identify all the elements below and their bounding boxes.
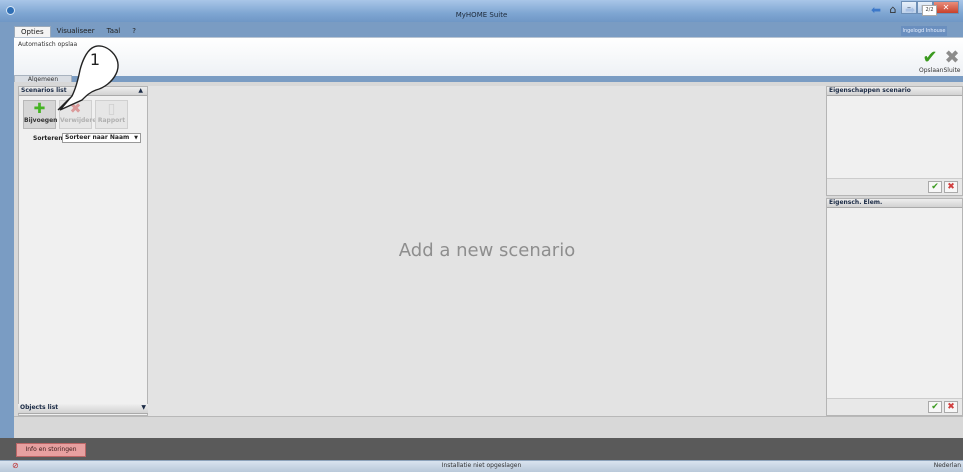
element-properties-title: Eigensch. Elem. (827, 199, 962, 208)
window-title: MyHOME Suite (455, 11, 508, 19)
bottom-bar (0, 438, 963, 460)
info-button[interactable]: Info en storingen (16, 443, 86, 457)
save-label: Opslaan (919, 67, 944, 74)
login-badge: Ingelogd Inhouse (901, 26, 947, 36)
menu-bar: Opties Visualiseer Taal ? (14, 26, 142, 37)
ribbon: Automatisch opslaa (14, 37, 963, 76)
close-button[interactable]: ✖ Sluite (941, 47, 963, 75)
scenario-properties-panel: Eigenschappen scenario ✔ ✖ (826, 86, 963, 196)
menu-visualiseer[interactable]: Visualiseer (51, 26, 101, 37)
close-label: Sluite (943, 67, 961, 74)
chevron-down-icon: ▼ (141, 404, 146, 411)
callout-number: 1 (89, 50, 101, 69)
sort-label: Sorteren (33, 135, 63, 142)
add-label: Bijvoegen (24, 117, 58, 124)
scenarios-panel: Scenarios list ▲ ✚ Bijvoegen ✖ Verwijder… (18, 86, 148, 416)
element-properties-panel: Eigensch. Elem. ✔ ✖ (826, 198, 963, 416)
cancel-icon[interactable]: ✖ (944, 181, 958, 193)
plus-icon: ✚ (33, 101, 46, 117)
back-arrow-icon[interactable]: ⬅ (868, 4, 884, 16)
status-language[interactable]: Nederlan (934, 461, 961, 470)
scenario-properties-title: Eigenschappen scenario (827, 87, 962, 96)
navigation-bar (14, 416, 963, 439)
objects-list-title: Objects list (20, 404, 59, 411)
chevron-up-icon: ▲ (138, 87, 143, 94)
add-button[interactable]: ✚ Bijvoegen (23, 100, 58, 129)
status-text: Installatie niet opgeslagen (441, 462, 522, 469)
element-properties-footer: ✔ ✖ (827, 398, 962, 415)
chevron-down-icon: ▼ (134, 135, 138, 141)
menu-taal[interactable]: Taal (101, 26, 127, 37)
objects-list-header[interactable]: Objects list ▼ (18, 404, 150, 414)
sort-value: Sorteer naar Naam (65, 134, 130, 141)
ribbon-actions: ✔ Opslaan ✖ Sluite (919, 47, 963, 75)
empty-state-message: Add a new scenario (398, 240, 576, 261)
cancel-icon[interactable]: ✖ (944, 401, 958, 413)
checkmark-icon: ✔ (922, 47, 938, 68)
apply-icon[interactable]: ✔ (928, 181, 942, 193)
scenario-properties-footer: ✔ ✖ (827, 178, 962, 195)
sort-select[interactable]: Sorteer naar Naam ▼ (62, 133, 141, 143)
scenario-canvas[interactable]: Add a new scenario (148, 86, 826, 416)
menu-help[interactable]: ? (126, 26, 142, 37)
remove-label: Verwijdere (60, 117, 97, 124)
report-label: Rapport (97, 117, 126, 124)
apply-icon[interactable]: ✔ (928, 401, 942, 413)
page-indicator: 2/2 (922, 5, 937, 16)
home-icon[interactable]: ⌂ (886, 4, 900, 16)
forward-arrow-icon[interactable]: ➡ (902, 4, 918, 16)
close-icon: ✖ (944, 47, 960, 68)
save-button[interactable]: ✔ Opslaan (919, 47, 944, 75)
menu-opties[interactable]: Opties (14, 26, 51, 37)
